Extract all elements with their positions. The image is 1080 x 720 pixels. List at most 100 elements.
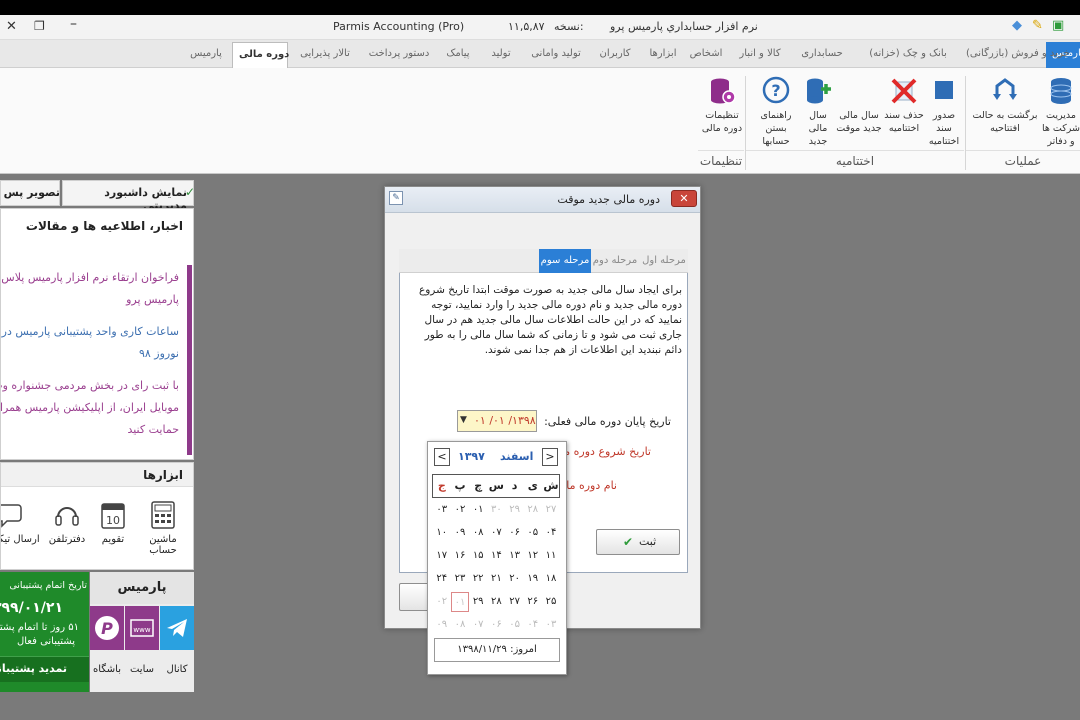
calendar-day[interactable]: ۰۵ bbox=[506, 615, 524, 635]
calendar-tool[interactable]: 10 تقویم bbox=[91, 501, 135, 545]
calendar-day[interactable]: ۰۲ bbox=[433, 592, 451, 612]
calendar-month[interactable]: اسفند bbox=[500, 450, 533, 463]
news-item[interactable]: ساعات کاری واحد پشتیبانی پارمیس در ایام … bbox=[1, 321, 179, 365]
phonebook-label: دفترتلفن bbox=[48, 534, 86, 545]
wallpaper-button[interactable]: تصویر پس زمینه bbox=[0, 180, 60, 206]
club-link[interactable]: P bbox=[90, 606, 124, 650]
tab-production-consignment[interactable]: تولید وامانی bbox=[522, 42, 590, 68]
step-1[interactable]: مرحله اول bbox=[639, 249, 689, 273]
fiscal-settings-button[interactable]: تنظیمات دوره مالی bbox=[700, 76, 744, 135]
calendar-day[interactable]: ۱۷ bbox=[433, 546, 451, 566]
calendar-day[interactable]: ۲۲ bbox=[469, 569, 487, 589]
calendar-day[interactable]: ۲۵ bbox=[542, 592, 560, 612]
step-3-active[interactable]: مرحله سوم bbox=[539, 249, 591, 273]
calendar-day[interactable]: ۰۶ bbox=[506, 523, 524, 543]
issue-closing-doc-button[interactable]: صدور سند اختتامیه bbox=[924, 76, 964, 148]
calendar-day[interactable]: ۰۴ bbox=[542, 523, 560, 543]
prev-month-button[interactable]: < bbox=[434, 448, 450, 466]
calendar-day[interactable]: ۰۳ bbox=[542, 615, 560, 635]
calendar-day[interactable]: ۱۳ bbox=[506, 546, 524, 566]
website-link[interactable]: www bbox=[125, 606, 159, 650]
restore-window-icon[interactable]: ❐ bbox=[34, 19, 45, 33]
step-2[interactable]: مرحله دوم bbox=[591, 249, 639, 273]
calendar-day[interactable]: ۰۵ bbox=[524, 523, 542, 543]
end-date-field[interactable]: ۰۱ /۰۱ /۱۳۹۸ ▼ bbox=[457, 410, 537, 432]
calendar-day[interactable]: ۱۱ bbox=[542, 546, 560, 566]
note-icon[interactable]: ✎ bbox=[1032, 18, 1043, 33]
quick-access-icon[interactable]: ▣ bbox=[1052, 18, 1064, 33]
calculator-tool[interactable]: ماشین حساب bbox=[136, 501, 190, 556]
calendar-day[interactable]: ۰۹ bbox=[433, 615, 451, 635]
calendar-day[interactable]: ۲۳ bbox=[451, 569, 469, 589]
news-item[interactable]: فراخوان ارتقاء نرم افزار پارمیس پلاس به … bbox=[1, 267, 179, 311]
calendar-day[interactable]: ۰۸ bbox=[451, 615, 469, 635]
calendar-day[interactable]: ۱۰ bbox=[433, 523, 451, 543]
calendar-day[interactable]: ۲۰ bbox=[506, 569, 524, 589]
calendar-day[interactable]: ۰۶ bbox=[487, 615, 505, 635]
tab-accounting[interactable]: حسابداری bbox=[790, 42, 854, 68]
calendar-day[interactable]: ۰۸ bbox=[469, 523, 487, 543]
screen-top-strip bbox=[0, 0, 1080, 15]
tab-inventory[interactable]: کالا و انبار bbox=[730, 42, 790, 68]
minimize-window-icon[interactable]: – bbox=[70, 16, 77, 32]
calendar-day[interactable]: ۰۱ bbox=[451, 592, 469, 612]
wallpaper-button-label: تصویر پس زمینه bbox=[1, 186, 60, 199]
phonebook-tool[interactable]: دفترتلفن bbox=[45, 501, 89, 545]
calendar-day[interactable]: ۲۸ bbox=[487, 592, 505, 612]
calendar-day[interactable]: ۲۹ bbox=[506, 500, 524, 520]
dashboard-button[interactable]: نمایش داشبورد مدیریتی ✓ bbox=[62, 180, 195, 212]
tab-tools[interactable]: ابزارها bbox=[640, 42, 686, 68]
tab-production[interactable]: تولید bbox=[480, 42, 522, 68]
tab-persons[interactable]: اشخاص bbox=[683, 42, 729, 68]
calendar-day[interactable]: ۱۹ bbox=[524, 569, 542, 589]
back-button[interactable] bbox=[399, 583, 429, 611]
diamond-icon[interactable]: ◆ bbox=[1012, 18, 1022, 33]
manage-companies-button[interactable]: مدیریت شرکت ها و دفاتر bbox=[1040, 76, 1080, 148]
next-month-button[interactable]: > bbox=[542, 448, 558, 466]
news-item[interactable]: با ثبت رای در بخش مردمی جشنواره وب و موب… bbox=[1, 375, 179, 441]
telegram-link[interactable] bbox=[160, 606, 194, 650]
tab-users[interactable]: کاربران bbox=[590, 42, 640, 68]
calendar-day[interactable]: ۰۷ bbox=[487, 523, 505, 543]
calendar-day[interactable]: ۲۷ bbox=[506, 592, 524, 612]
new-temp-fiscal-year-button[interactable]: سال مالی جدید موقت bbox=[836, 76, 882, 135]
tab-parmis[interactable]: پارمیس bbox=[180, 42, 232, 68]
calendar-day[interactable]: ۳۰ bbox=[487, 500, 505, 520]
tab-reception-hall[interactable]: تالار پذیرایی bbox=[290, 42, 360, 68]
revert-opening-button[interactable]: برگشت به حالت افتتاحیه bbox=[970, 76, 1040, 135]
dialog-close-button[interactable]: ✕ bbox=[671, 190, 697, 207]
tab-bank[interactable]: بانک و چک (خزانه) bbox=[860, 42, 956, 68]
calendar-day[interactable]: ۰۷ bbox=[469, 615, 487, 635]
calendar-day[interactable]: ۰۳ bbox=[433, 500, 451, 520]
calendar-day[interactable]: ۲۴ bbox=[433, 569, 451, 589]
dropdown-arrow-icon[interactable]: ▼ bbox=[460, 415, 467, 425]
calendar-day[interactable]: ۲۹ bbox=[469, 592, 487, 612]
calendar-day[interactable]: ۰۲ bbox=[451, 500, 469, 520]
tab-sales[interactable]: خرید و فروش (بازرگانی) bbox=[960, 42, 1070, 68]
delete-closing-doc-button[interactable]: حذف سند اختتامیه bbox=[884, 76, 924, 135]
today-button[interactable]: امروز: ۱۳۹۸/۱۱/۲۹ bbox=[434, 638, 560, 662]
parmis-links-title: پارمیس bbox=[90, 572, 194, 604]
calendar-day[interactable]: ۱۴ bbox=[487, 546, 505, 566]
calendar-day[interactable]: ۱۲ bbox=[524, 546, 542, 566]
tab-payment-order[interactable]: دستور پرداخت bbox=[362, 42, 436, 68]
calendar-day[interactable]: ۲۱ bbox=[487, 569, 505, 589]
calendar-day[interactable]: ۰۹ bbox=[451, 523, 469, 543]
tab-sms[interactable]: پیامک bbox=[436, 42, 480, 68]
tab-fiscal-period[interactable]: دوره مالی bbox=[232, 42, 289, 68]
calendar-day[interactable]: ۱۸ bbox=[542, 569, 560, 589]
calendar-day[interactable]: ۰۴ bbox=[524, 615, 542, 635]
calendar-day[interactable]: ۱۵ bbox=[469, 546, 487, 566]
calendar-day[interactable]: ۰۱ bbox=[469, 500, 487, 520]
calendar-day[interactable]: ۲۸ bbox=[524, 500, 542, 520]
new-fiscal-year-button[interactable]: سال مالی جدید bbox=[800, 76, 836, 148]
renew-support-button[interactable]: تمدید پشتیبانی bbox=[0, 656, 89, 682]
calendar-day[interactable]: ۱۶ bbox=[451, 546, 469, 566]
calendar-day[interactable]: ۲۷ bbox=[542, 500, 560, 520]
close-window-icon[interactable]: ✕ bbox=[6, 19, 17, 34]
calendar-day[interactable]: ۲۶ bbox=[524, 592, 542, 612]
ticket-tool[interactable]: ارسال تیکت bbox=[1, 501, 41, 545]
closing-guide-button[interactable]: ? راهنمای بستن حسابها bbox=[752, 76, 800, 148]
submit-button[interactable]: ✔ ثبت bbox=[596, 529, 680, 555]
calendar-year[interactable]: ۱۳۹۷ bbox=[458, 450, 485, 463]
